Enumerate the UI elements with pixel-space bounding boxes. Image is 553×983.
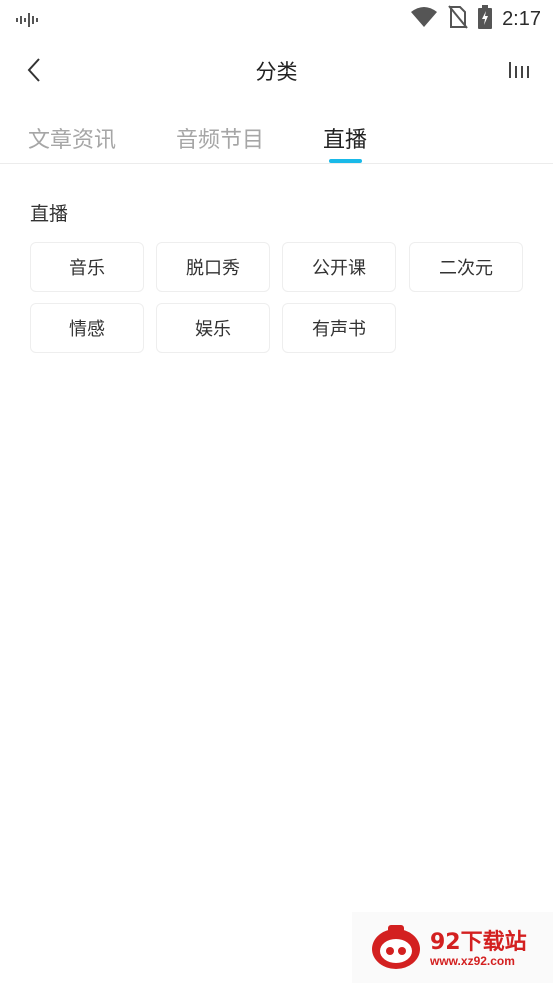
category-chip-audiobook[interactable]: 有声书 bbox=[282, 303, 396, 353]
tab-articles[interactable]: 文章资讯 bbox=[28, 122, 116, 154]
no-sim-icon bbox=[448, 5, 468, 33]
section-title: 直播 bbox=[30, 203, 69, 225]
clock-time: 2:17 bbox=[502, 7, 541, 30]
category-chip-talk-show[interactable]: 脱口秀 bbox=[156, 242, 270, 292]
watermark-url: www.xz92.com bbox=[430, 954, 515, 968]
category-chip-music[interactable]: 音乐 bbox=[30, 242, 144, 292]
category-chip-open-course[interactable]: 公开课 bbox=[282, 242, 396, 292]
audio-wave-icon bbox=[16, 12, 42, 31]
page-title: 分类 bbox=[255, 60, 298, 84]
screen: 2:17 分类 文章资讯 音频节目 直播 直播 音乐 脱口秀 公开课 二次元 情… bbox=[0, 0, 553, 983]
battery-charging-icon bbox=[478, 5, 493, 33]
tab-audio-programs[interactable]: 音频节目 bbox=[176, 122, 264, 154]
bars-icon bbox=[509, 62, 529, 78]
active-tab-indicator bbox=[329, 159, 362, 163]
category-tabs: 文章资讯 音频节目 直播 bbox=[0, 112, 553, 164]
watermark-logo-icon bbox=[370, 925, 422, 975]
category-chip-entertainment[interactable]: 娱乐 bbox=[156, 303, 270, 353]
watermark: 92下载站 www.xz92.com bbox=[352, 912, 553, 983]
tab-live[interactable]: 直播 bbox=[323, 122, 367, 154]
category-chip-anime[interactable]: 二次元 bbox=[409, 242, 523, 292]
wifi-icon bbox=[410, 6, 438, 32]
menu-button[interactable] bbox=[505, 56, 535, 84]
watermark-name: 92下载站 bbox=[430, 930, 527, 955]
status-icons: 2:17 bbox=[400, 4, 541, 34]
category-chip-emotion[interactable]: 情感 bbox=[30, 303, 144, 353]
header-bar: 分类 bbox=[0, 42, 553, 98]
status-bar: 2:17 bbox=[0, 0, 553, 38]
